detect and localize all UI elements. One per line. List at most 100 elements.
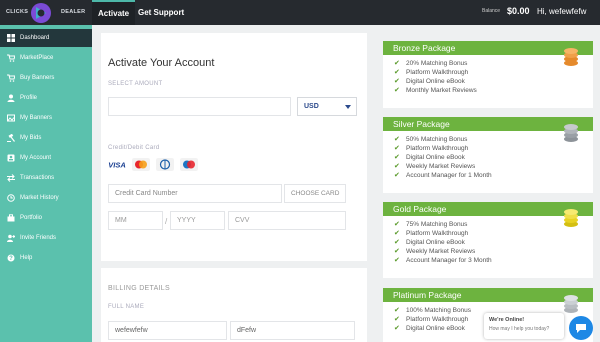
package-title: Gold Package <box>383 202 593 216</box>
package-features: ✔ 50% Matching Bonus ✔ Platform Walkthroug… <box>383 131 593 180</box>
package-bronze[interactable]: Bronze Package ✔ 20% Matching Bonus ✔ Plat… <box>383 41 593 108</box>
cvv-input[interactable]: CVV <box>228 211 346 230</box>
chat-title: We're Online! <box>489 317 525 323</box>
user-greeting[interactable]: Hi, wefewfefw <box>537 7 586 16</box>
sidebar-item-label: My Bids <box>20 135 42 141</box>
check-icon: ✔ <box>394 257 400 264</box>
sidebar-item-label: My Banners <box>20 115 53 121</box>
sidebar-item-label: Dashboard <box>20 35 50 41</box>
package-title: Silver Package <box>383 117 593 131</box>
account-icon <box>7 154 15 162</box>
nav-get-support[interactable]: Get Support <box>138 0 184 25</box>
chat-subtitle: How may I help you today? <box>489 326 550 332</box>
transactions-icon <box>7 174 15 182</box>
history-icon <box>7 194 15 202</box>
sidebar-item-transactions[interactable]: Transactions <box>0 169 92 187</box>
sidebar-item-label: Invite Friends <box>20 235 57 241</box>
card-label: Credit/Debit Card <box>108 145 160 151</box>
chevron-down-icon <box>345 105 351 109</box>
list-item: ✔ Weekly Market Reviews <box>394 248 476 255</box>
sidebar: Dashboard MarketPlace Buy Banners Profil… <box>0 25 92 342</box>
logo[interactable]: CLICKS DEALER <box>6 2 88 23</box>
check-icon: ✔ <box>394 221 400 228</box>
expiry-month-input[interactable]: MM <box>108 211 163 230</box>
sidebar-item-label: Profile <box>20 95 38 101</box>
sidebar-item-help[interactable]: ? Help <box>0 249 92 267</box>
check-icon: ✔ <box>394 248 400 255</box>
package-silver[interactable]: Silver Package ✔ 50% Matching Bonus ✔ Plat… <box>383 117 593 193</box>
sidebar-item-label: Portfolio <box>20 215 43 221</box>
list-item: ✔ Monthly Market Reviews <box>394 87 477 94</box>
billing-panel: BILLING DETAILS FULL NAME wefewfefw dFef… <box>101 268 367 342</box>
user-icon <box>7 94 15 102</box>
expiry-year-input[interactable]: YYYY <box>170 211 225 230</box>
check-icon: ✔ <box>394 307 400 314</box>
sidebar-item-my-banners[interactable]: My Banners <box>0 109 92 127</box>
sidebar-item-invite-friends[interactable]: Invite Friends <box>0 229 92 247</box>
check-icon: ✔ <box>394 316 400 323</box>
check-icon: ✔ <box>394 145 400 152</box>
list-item: ✔ Platform Walkthrough <box>394 69 469 76</box>
last-name-input[interactable]: dFefw <box>230 321 355 340</box>
diners-club-icon <box>156 158 174 171</box>
amount-input[interactable] <box>108 97 291 116</box>
sidebar-item-label: MarketPlace <box>20 55 54 61</box>
activate-panel: Activate Your Account SELECT AMOUNT USD … <box>101 33 367 261</box>
sidebar-item-profile[interactable]: Profile <box>0 89 92 107</box>
mastercard-icon <box>132 158 150 171</box>
sidebar-item-marketplace[interactable]: MarketPlace <box>0 49 92 67</box>
check-icon: ✔ <box>394 325 400 332</box>
invite-icon <box>7 234 15 242</box>
sidebar-item-my-bids[interactable]: My Bids <box>0 129 92 147</box>
portfolio-icon <box>7 214 15 222</box>
package-features: ✔ 20% Matching Bonus ✔ Platform Walkthroug… <box>383 55 593 95</box>
cart-icon <box>7 74 15 82</box>
sidebar-item-label: Help <box>20 255 33 261</box>
list-item: ✔ Account Manager for 1 Month <box>394 172 492 179</box>
choose-card-select[interactable]: CHOOSE CARD <box>284 184 346 203</box>
chat-button[interactable] <box>569 316 593 340</box>
nav-activate[interactable]: Activate <box>92 0 136 25</box>
check-icon: ✔ <box>394 60 400 67</box>
dashboard-icon <box>7 34 15 42</box>
chat-widget[interactable]: We're Online! How may I help you today? <box>484 313 564 339</box>
check-icon: ✔ <box>394 69 400 76</box>
chat-bubble-icon <box>576 324 586 333</box>
sidebar-item-buy-banners[interactable]: Buy Banners <box>0 69 92 87</box>
check-icon: ✔ <box>394 78 400 85</box>
balance-label: Balance <box>482 8 501 14</box>
visa-wordmark: VISA <box>108 161 126 170</box>
page-title: Activate Your Account <box>108 57 215 69</box>
check-icon: ✔ <box>394 154 400 161</box>
sidebar-item-label: Market History <box>20 195 59 201</box>
currency-select[interactable]: USD <box>297 97 357 116</box>
balance-value: $0.00 <box>507 6 530 16</box>
list-item: ✔ Platform Walkthrough <box>394 145 469 152</box>
help-icon: ? <box>7 254 15 262</box>
logo-text-left: CLICKS <box>6 9 29 15</box>
cart-icon <box>7 54 15 62</box>
list-item: ✔ 75% Matching Bonus <box>394 221 468 228</box>
billing-title: BILLING DETAILS <box>108 285 170 292</box>
check-icon: ✔ <box>394 136 400 143</box>
currency-value: USD <box>304 103 319 110</box>
list-item: ✔ Weekly Market Reviews <box>394 163 476 170</box>
check-icon: ✔ <box>394 230 400 237</box>
sidebar-item-portfolio[interactable]: Portfolio <box>0 209 92 227</box>
sidebar-item-my-account[interactable]: My Account <box>0 149 92 167</box>
list-item: ✔ Account Manager for 3 Month <box>394 257 492 264</box>
sidebar-item-label: Transactions <box>20 175 55 181</box>
card-number-input[interactable]: Credit Card Number <box>108 184 282 203</box>
package-title: Platinum Package <box>383 288 593 302</box>
check-icon: ✔ <box>394 239 400 246</box>
package-gold[interactable]: Gold Package ✔ 75% Matching Bonus ✔ Platfo… <box>383 202 593 278</box>
top-bar: CLICKS DEALER Activate Get Support Balan… <box>0 0 600 25</box>
package-title: Bronze Package <box>383 41 593 55</box>
check-icon: ✔ <box>394 163 400 170</box>
package-features: ✔ 75% Matching Bonus ✔ Platform Walkthroug… <box>383 216 593 265</box>
first-name-input[interactable]: wefewfefw <box>108 321 227 340</box>
visa-icon: VISA <box>108 161 126 170</box>
sidebar-item-market-history[interactable]: Market History <box>0 189 92 207</box>
check-icon: ✔ <box>394 172 400 179</box>
sidebar-item-dashboard[interactable]: Dashboard <box>0 29 92 47</box>
